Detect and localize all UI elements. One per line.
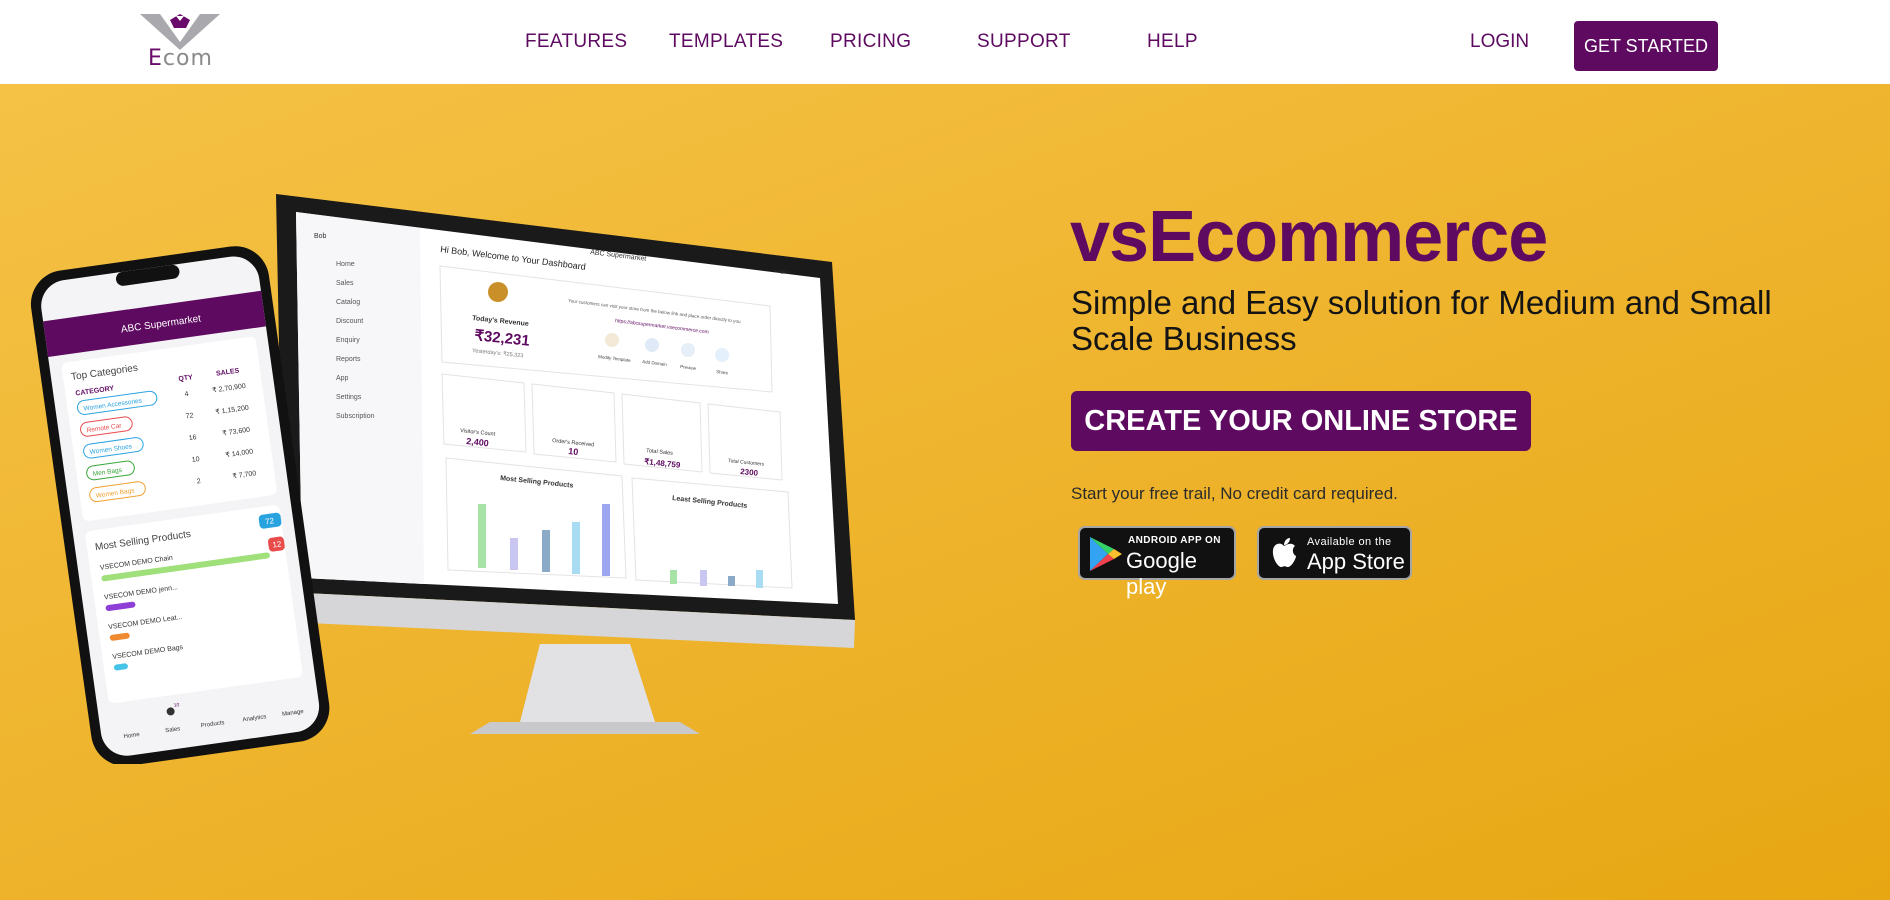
logo-wordmark: Ecom bbox=[148, 46, 213, 71]
login-link[interactable]: LOGIN bbox=[1470, 31, 1529, 53]
nav-support[interactable]: SUPPORT bbox=[977, 31, 1071, 53]
add-domain-icon[interactable] bbox=[645, 338, 659, 352]
least-selling-chart bbox=[631, 477, 793, 589]
apple-icon bbox=[1272, 538, 1296, 568]
stat-value: 10 bbox=[568, 446, 579, 457]
get-started-button[interactable]: GET STARTED bbox=[1574, 21, 1718, 71]
google-play-big: Google play bbox=[1126, 548, 1197, 599]
google-play-small: ANDROID APP ON bbox=[1128, 535, 1221, 546]
top-nav-bar: Ecom FEATURES TEMPLATES PRICING SUPPORT … bbox=[0, 0, 1890, 84]
app-store-badge[interactable]: Available on the App Store bbox=[1257, 526, 1412, 580]
app-store-big: App Store bbox=[1307, 549, 1405, 574]
desktop-dashboard-mockup: Bob Home Sales Catalog Discount Enquiry … bbox=[276, 194, 855, 734]
hero-section: Bob Home Sales Catalog Discount Enquiry … bbox=[0, 84, 1890, 900]
share-icon[interactable] bbox=[715, 348, 729, 362]
create-store-button[interactable]: CREATE YOUR ONLINE STORE bbox=[1071, 391, 1531, 451]
category-qty: 72 bbox=[185, 412, 194, 420]
preview-icon[interactable] bbox=[681, 343, 695, 357]
nav-help[interactable]: HELP bbox=[1147, 31, 1198, 53]
category-qty: 16 bbox=[188, 434, 197, 442]
brand-title: vsEcommerce bbox=[1070, 197, 1548, 277]
nav-features[interactable]: FEATURES bbox=[525, 31, 627, 53]
mobile-app-mockup: ABC Supermarket Top Categories CATEGORY … bbox=[30, 246, 330, 764]
nav-pricing[interactable]: PRICING bbox=[830, 31, 911, 53]
hero-tagline: Simple and Easy solution for Medium and … bbox=[1071, 284, 1772, 357]
category-qty: 10 bbox=[191, 456, 200, 464]
most-selling-chart bbox=[445, 457, 627, 579]
app-store-small: Available on the bbox=[1307, 536, 1392, 548]
phone-badge: 72 bbox=[265, 516, 276, 526]
cart-count: 10 bbox=[173, 702, 180, 709]
google-play-icon bbox=[1090, 537, 1122, 571]
dash-user-name: Bob bbox=[314, 233, 327, 240]
free-trial-note: Start your free trail, No credit card re… bbox=[1071, 484, 1398, 503]
ecom-logo[interactable]: Ecom bbox=[140, 12, 220, 71]
modify-template-icon[interactable] bbox=[605, 333, 619, 347]
nav-templates[interactable]: TEMPLATES bbox=[669, 31, 783, 53]
google-play-badge[interactable]: ANDROID APP ON Google play bbox=[1078, 526, 1236, 599]
stat-value: 2300 bbox=[740, 467, 759, 478]
money-bag-icon bbox=[488, 282, 508, 302]
phone-badge: 12 bbox=[272, 539, 283, 549]
